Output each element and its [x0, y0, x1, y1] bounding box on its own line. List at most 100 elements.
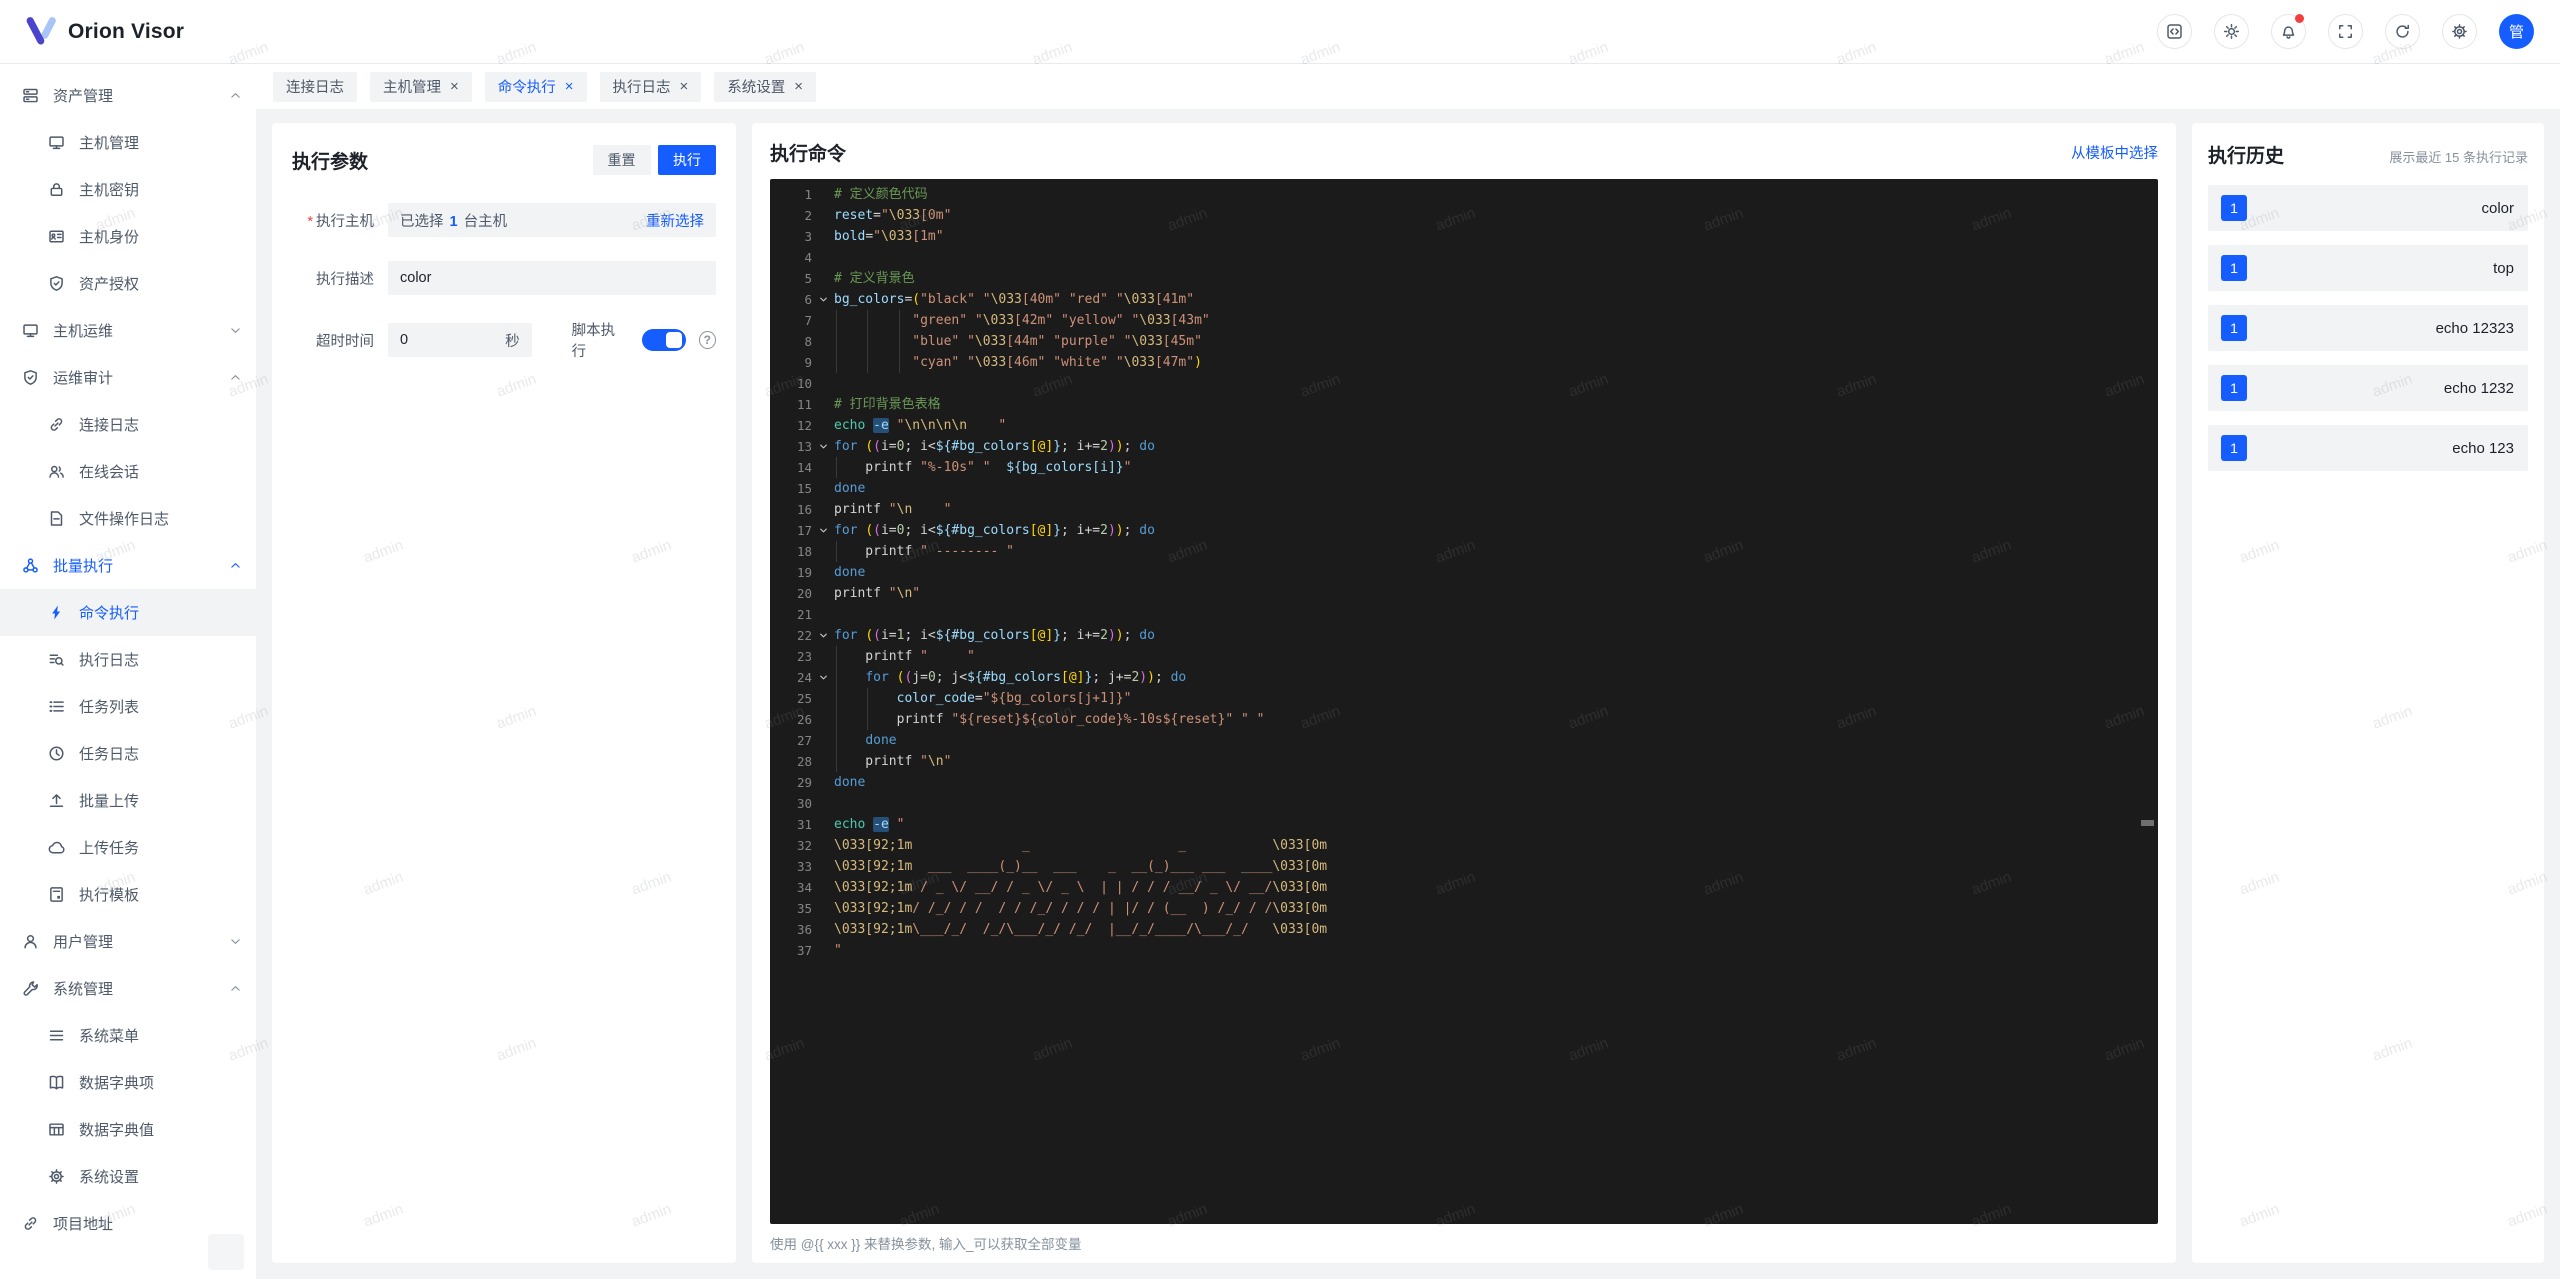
fold-chevron-icon[interactable]: [812, 667, 834, 688]
tab-命令执行[interactable]: 命令执行 ×: [484, 71, 587, 102]
reset-button[interactable]: 重置: [592, 145, 651, 175]
users-icon: [48, 463, 65, 480]
code-editor[interactable]: 1 # 定义颜色代码 2 reset="\033[0m" 3 bold="\033[1m"…: [770, 179, 2158, 1224]
sidebar-item-主机管理[interactable]: 主机管理: [0, 119, 256, 166]
help-icon[interactable]: ?: [698, 331, 716, 349]
fold-gutter: [812, 541, 834, 562]
fold-gutter: [812, 373, 834, 394]
tab-执行日志[interactable]: 执行日志 ×: [599, 71, 702, 102]
history-item[interactable]: 1 color: [2208, 185, 2528, 231]
reselect-hosts-link[interactable]: 重新选择: [646, 210, 704, 231]
line-number: 15: [796, 481, 812, 496]
settings-icon: [2451, 23, 2468, 40]
token-s: ": [1115, 355, 1124, 370]
fullscreen-button[interactable]: [2328, 14, 2363, 49]
sidebar-item-主机密钥[interactable]: 主机密钥: [0, 166, 256, 213]
sidebar-item-运维审计[interactable]: 运维审计: [0, 354, 256, 401]
fold-gutter: [812, 352, 834, 373]
sidebar-item-在线会话[interactable]: 在线会话: [0, 448, 256, 495]
fold-chevron-icon[interactable]: [812, 289, 834, 310]
sidebar-item-执行日志[interactable]: 执行日志: [0, 636, 256, 683]
line-number: 28: [796, 754, 812, 769]
sidebar-item-文件操作日志[interactable]: 文件操作日志: [0, 495, 256, 542]
notifications-button[interactable]: [2271, 14, 2306, 49]
code-line: 30: [770, 793, 2158, 814]
tab-close-icon[interactable]: ×: [565, 79, 574, 94]
sidebar-item-系统管理[interactable]: 系统管理: [0, 965, 256, 1012]
token-p: ; i+=: [1061, 628, 1101, 643]
sidebar-item-主机身份[interactable]: 主机身份: [0, 213, 256, 260]
sidebar-item-系统菜单[interactable]: 系统菜单: [0, 1012, 256, 1059]
sidebar-item-label: 项目地址: [53, 1216, 114, 1233]
fold-chevron-icon[interactable]: [812, 520, 834, 541]
select-from-template-link[interactable]: 从模板中选择: [2071, 142, 2158, 163]
sidebar: 资产管理 主机管理 主机密钥 主机身份 资产授权 主机运维 运维审计 连接日志 在线会话 文件操作…: [0, 64, 256, 1279]
sidebar-item-数据字典项[interactable]: 数据字典项: [0, 1059, 256, 1106]
fold-chevron-icon[interactable]: [812, 436, 834, 457]
theme-button[interactable]: [2214, 14, 2249, 49]
sidebar-item-批量执行[interactable]: 批量执行: [0, 542, 256, 589]
sidebar-item-用户管理[interactable]: 用户管理: [0, 918, 256, 965]
refresh-button[interactable]: [2385, 14, 2420, 49]
notifications-icon: [2280, 23, 2297, 40]
sidebar-item-资产管理[interactable]: 资产管理: [0, 72, 256, 119]
indent-guide: [867, 709, 869, 730]
token-s: [44m": [1006, 334, 1046, 349]
history-item[interactable]: 1 echo 123: [2208, 425, 2528, 471]
tab-连接日志[interactable]: 连接日志: [273, 71, 357, 102]
sidebar-item-连接日志[interactable]: 连接日志: [0, 401, 256, 448]
line-number: 27: [796, 733, 812, 748]
sidebar-item-批量上传[interactable]: 批量上传: [0, 777, 256, 824]
settings-button[interactable]: [2442, 14, 2477, 49]
parameter-hint: 使用 @{{ xxx }} 来替换参数, 输入_可以获取全部变量: [770, 1237, 1082, 1252]
history-item[interactable]: 1 echo 12323: [2208, 305, 2528, 351]
sidebar-item-系统设置[interactable]: 系统设置: [0, 1153, 256, 1200]
tab-主机管理[interactable]: 主机管理 ×: [370, 71, 472, 102]
fold-chevron-icon[interactable]: [812, 625, 834, 646]
token-p: j=: [912, 670, 928, 685]
sidebar-item-执行模板[interactable]: 执行模板: [0, 871, 256, 918]
history-item[interactable]: 1 echo 1232: [2208, 365, 2528, 411]
fold-gutter: [812, 478, 834, 499]
line-number: 33: [796, 859, 812, 874]
fullscreen-icon: [2337, 23, 2354, 40]
line-content: printf "\n": [834, 751, 951, 772]
user-avatar[interactable]: 管: [2499, 14, 2534, 49]
sidebar-item-label: 批量执行: [53, 558, 114, 575]
tab-close-icon[interactable]: ×: [450, 79, 459, 94]
sidebar-item-命令执行[interactable]: 命令执行: [0, 589, 256, 636]
run-button[interactable]: 执行: [658, 145, 716, 175]
execution-params-panel: 执行参数 重置 执行 执行主机 已选择1台主机 重新选择 执行描述: [272, 123, 736, 1263]
sidebar-item-数据字典值[interactable]: 数据字典值: [0, 1106, 256, 1153]
token-p: [834, 691, 897, 706]
line-number: 2: [804, 208, 812, 223]
sidebar-item-资产授权[interactable]: 资产授权: [0, 260, 256, 307]
token-b1: (: [912, 292, 921, 307]
upload-icon: [48, 792, 65, 809]
token-b2: ): [1107, 523, 1116, 538]
tab-close-icon[interactable]: ×: [794, 79, 803, 94]
sidebar-collapse-button[interactable]: [208, 1234, 244, 1270]
params-panel-title: 执行参数: [292, 151, 369, 173]
tab-close-icon[interactable]: ×: [680, 79, 689, 94]
monitor-icon: [48, 134, 65, 151]
sidebar-item-上传任务[interactable]: 上传任务: [0, 824, 256, 871]
line-number: 8: [804, 334, 812, 349]
line-number: 23: [796, 649, 812, 664]
selected-hosts-field[interactable]: 已选择 1 台主机 重新选择: [388, 203, 716, 237]
sidebar-item-任务日志[interactable]: 任务日志: [0, 730, 256, 777]
code-line: 29 done: [770, 772, 2158, 793]
sidebar-item-任务列表[interactable]: 任务列表: [0, 683, 256, 730]
token-s: [46m": [1006, 355, 1046, 370]
timeout-input[interactable]: 0 秒: [388, 323, 532, 357]
code-window-button[interactable]: [2157, 14, 2192, 49]
description-input[interactable]: [388, 261, 716, 295]
sidebar-item-label: 任务日志: [79, 746, 140, 763]
table-icon: [48, 1121, 65, 1138]
token-p: printf: [834, 544, 921, 559]
tab-系统设置[interactable]: 系统设置 ×: [714, 71, 817, 102]
history-item[interactable]: 1 top: [2208, 245, 2528, 291]
token-s: "cyan": [912, 355, 960, 370]
script-exec-toggle[interactable]: [641, 329, 686, 351]
sidebar-item-主机运维[interactable]: 主机运维: [0, 307, 256, 354]
